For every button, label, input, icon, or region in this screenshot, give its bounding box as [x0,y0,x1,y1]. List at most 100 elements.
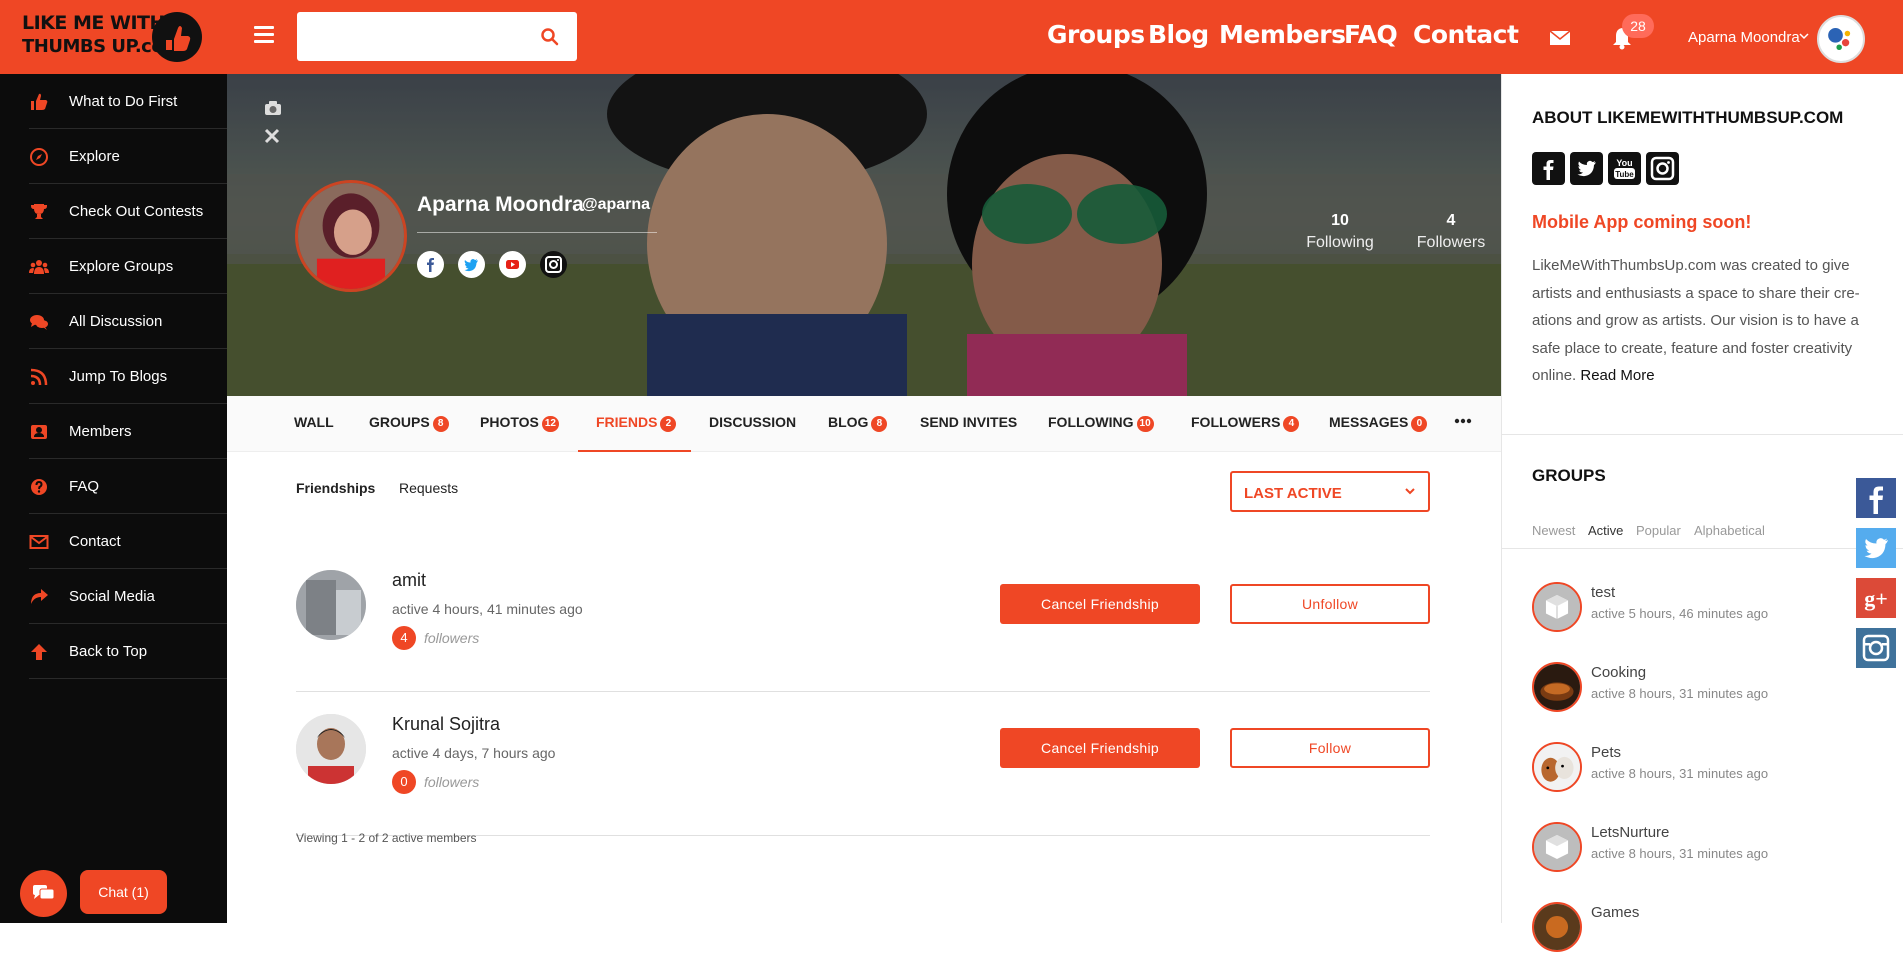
sidebar-item-explore-groups[interactable]: Explore Groups [0,239,227,294]
nav-members[interactable]: Members [1219,20,1346,49]
sidebar-label: All Discussion [69,313,163,330]
tab-messages[interactable]: MESSAGES 0 [1329,414,1428,432]
about-description: LikeMeWithThumbsUp.com was created to gi… [1532,257,1860,384]
trophy-icon [31,204,47,219]
chevron-down-icon[interactable] [1798,30,1810,42]
compass-icon [30,148,48,166]
sidebar-item-contact[interactable]: Contact [0,514,227,569]
camera-icon[interactable] [264,100,282,116]
tab-wall[interactable]: WALL [294,414,334,430]
left-sidebar: What to Do First Explore Check Out Conte… [0,74,227,923]
groups-tab-active[interactable]: Active [1588,523,1623,538]
unfollow-button[interactable]: Unfollow [1230,584,1430,624]
subnav-requests[interactable]: Requests [399,480,458,496]
tab-blog[interactable]: BLOG 8 [828,414,888,432]
youtube-icon[interactable] [499,251,526,278]
chat-button[interactable]: Chat (1) [80,870,167,914]
sidebar-item-faq[interactable]: FAQ [0,459,227,514]
sidebar-item-jump-to-blogs[interactable]: Jump To Blogs [0,349,227,404]
follow-button[interactable]: Follow [1230,728,1430,768]
groups-tab-popular[interactable]: Popular [1636,523,1681,538]
tab-following[interactable]: FOLLOWING 10 [1048,414,1154,432]
member-name[interactable]: amit [392,570,426,591]
group-last-active: active 8 hours, 31 minutes ago [1591,846,1769,861]
sidebar-label: Explore Groups [69,258,174,275]
nav-contact[interactable]: Contact [1413,20,1519,49]
close-icon[interactable] [263,127,281,145]
sidebar-item-what-to-do-first[interactable]: What to Do First [0,74,227,129]
question-icon [31,479,47,495]
youtube-icon[interactable]: You Tube [1608,152,1641,185]
twitter-share-icon[interactable] [1856,528,1896,568]
sidebar-item-all-discussion[interactable]: All Discussion [0,294,227,349]
svg-text:Tube: Tube [1615,170,1634,179]
read-more-link[interactable]: Read More [1580,367,1654,384]
user-avatar[interactable] [1817,15,1865,63]
site-logo[interactable]: LIKE ME WITH THUMBS UP.com [22,12,212,62]
group-name[interactable]: Games [1591,904,1639,921]
tab-photos[interactable]: PHOTOS 12 [480,414,559,432]
following-label[interactable]: Following [1290,234,1390,252]
tab-groups[interactable]: GROUPS 8 [369,414,449,432]
instagram-share-icon[interactable] [1856,628,1896,668]
following-count[interactable]: 10 [1290,212,1390,230]
followers-count[interactable]: 4 [1401,212,1501,230]
pagination-count: Viewing 1 - 2 of 2 active members [296,831,477,845]
sort-dropdown[interactable]: LAST ACTIVE [1230,471,1430,512]
group-name[interactable]: Pets [1591,744,1621,761]
more-options-icon[interactable] [1454,418,1472,424]
sidebar-item-check-out-contests[interactable]: Check Out Contests [0,184,227,239]
google-plus-share-icon[interactable]: g+ [1856,578,1896,618]
instagram-icon[interactable] [1646,152,1679,185]
member-avatar[interactable] [296,714,366,784]
nav-faq[interactable]: FAQ [1344,20,1398,49]
sidebar-label: Explore [69,148,120,165]
logo-line-1: LIKE ME WITH [22,12,165,34]
instagram-icon[interactable] [540,251,567,278]
mobile-app-notice: Mobile App coming soon! [1532,212,1752,232]
group-name[interactable]: Cooking [1591,664,1646,681]
facebook-share-icon[interactable] [1856,478,1896,518]
group-name[interactable]: test [1591,584,1615,601]
group-item[interactable]: Pets active 8 hours, 31 minutes ago [1532,742,1892,812]
group-item[interactable]: LetsNurture active 8 hours, 31 minutes a… [1532,822,1892,892]
tab-friends[interactable]: FRIENDS 2 [596,414,677,432]
group-name[interactable]: LetsNurture [1591,824,1669,841]
facebook-icon[interactable] [417,251,444,278]
envelope-icon[interactable] [1549,29,1571,47]
followers-label[interactable]: Followers [1401,234,1501,252]
chevron-down-icon[interactable] [1404,485,1416,497]
member-avatar[interactable] [296,570,366,640]
cancel-friendship-button[interactable]: Cancel Friendship [1000,728,1200,768]
tab-followers[interactable]: FOLLOWERS 4 [1191,414,1300,432]
group-avatar [1532,582,1582,632]
group-avatar [1532,822,1582,872]
groups-tab-newest[interactable]: Newest [1532,523,1575,538]
group-item[interactable]: Games [1532,902,1892,972]
member-name[interactable]: Krunal Sojitra [392,714,500,735]
tab-discussion[interactable]: DISCUSSION [709,414,796,430]
twitter-icon[interactable] [1570,152,1603,185]
nav-blog[interactable]: Blog [1148,20,1209,49]
chat-bubble-icon[interactable] [20,870,67,917]
nav-groups[interactable]: Groups [1047,20,1145,49]
profile-avatar[interactable] [295,180,407,292]
group-item[interactable]: Cooking active 8 hours, 31 minutes ago [1532,662,1892,732]
sidebar-item-explore[interactable]: Explore [0,129,227,184]
groups-tab-alphabetical[interactable]: Alphabetical [1694,523,1765,538]
tab-send-invites[interactable]: SEND INVITES [920,414,1017,430]
facebook-icon[interactable] [1532,152,1565,185]
group-item[interactable]: test active 5 hours, 46 minutes ago [1532,582,1892,652]
search-icon[interactable] [540,27,560,47]
twitter-icon[interactable] [458,251,485,278]
sidebar-item-members[interactable]: Members [0,404,227,459]
subnav-friendships[interactable]: Friendships [296,480,375,496]
hamburger-menu-icon[interactable] [254,26,274,46]
notification-count-badge: 28 [1622,14,1654,38]
cancel-friendship-button[interactable]: Cancel Friendship [1000,584,1200,624]
sidebar-item-social-media[interactable]: Social Media [0,569,227,624]
user-menu-name[interactable]: Aparna Moondra [1688,29,1800,46]
search-input[interactable] [297,12,577,61]
sidebar-item-back-to-top[interactable]: Back to Top [0,624,227,679]
thumbs-up-icon [31,93,48,110]
